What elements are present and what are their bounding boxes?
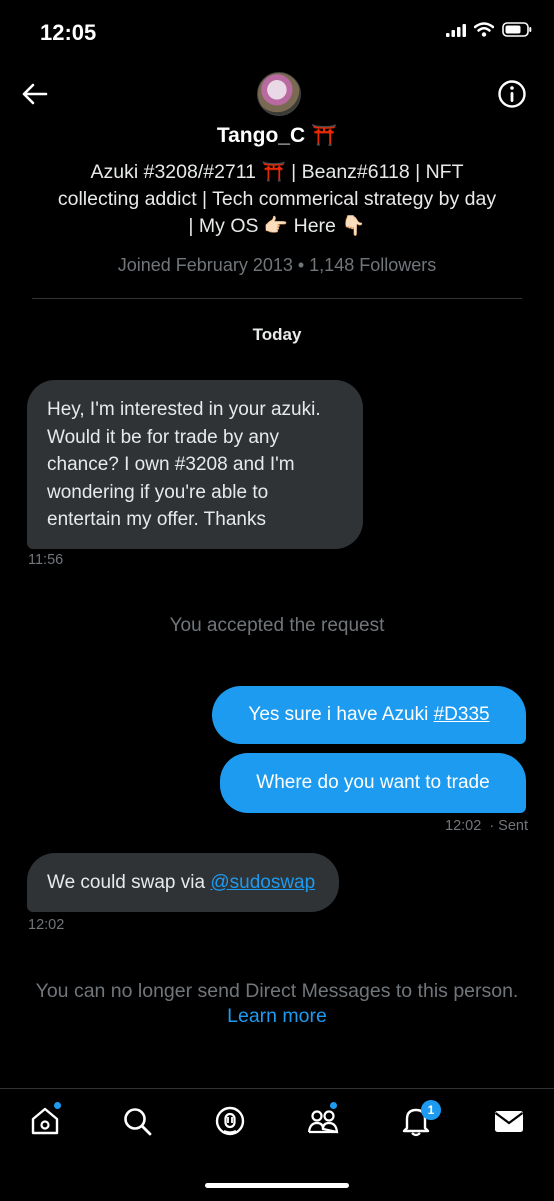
- message-timestamp: 11:56: [28, 552, 64, 568]
- home-icon[interactable]: [28, 1104, 62, 1138]
- restriction-notice: You can no longer send Direct Messages t…: [35, 980, 519, 1002]
- back-arrow-icon[interactable]: [18, 78, 50, 110]
- message-timestamp: 12:02 · Sent: [445, 818, 528, 834]
- home-indicator: [205, 1183, 349, 1188]
- search-icon[interactable]: [120, 1104, 154, 1138]
- profile-name[interactable]: Tango_C ⛩️: [0, 124, 554, 148]
- incoming-message[interactable]: We could swap via @sudoswap: [27, 853, 339, 912]
- communities-icon[interactable]: [306, 1104, 340, 1138]
- mention-link[interactable]: @sudoswap: [210, 869, 315, 897]
- timestamp-time: 12:02: [445, 818, 482, 834]
- sent-status: · Sent: [489, 818, 528, 834]
- status-icons: [446, 22, 532, 37]
- outgoing-message[interactable]: Where do you want to trade: [220, 753, 526, 813]
- wifi-icon: [474, 22, 494, 37]
- cellular-signal-icon: [446, 23, 466, 37]
- avatar[interactable]: [257, 72, 301, 116]
- date-header: Today: [252, 325, 302, 344]
- status-time: 12:05: [40, 20, 97, 45]
- home-unread-dot: [54, 1102, 61, 1109]
- bio-line: collecting addict | Tech commerical stra…: [57, 188, 497, 210]
- profile-meta: Joined February 2013 • 1,148 Followers: [117, 255, 437, 275]
- outgoing-message[interactable]: Yes sure i have Azuki #D335: [212, 686, 526, 744]
- hashtag-link[interactable]: #D335: [434, 704, 490, 726]
- communities-unread-dot: [330, 1102, 337, 1109]
- battery-icon: [502, 22, 532, 37]
- messages-envelope-icon[interactable]: [492, 1104, 526, 1138]
- learn-more-link[interactable]: Learn more: [0, 1005, 554, 1028]
- incoming-message[interactable]: Hey, I'm interested in your azuki. Would…: [27, 380, 363, 549]
- profile-bio: Azuki #3208/#2711 ⛩️ | Beanz#6118 | NFT …: [20, 159, 534, 240]
- info-icon[interactable]: [496, 78, 528, 110]
- bio-line: | My OS 👉🏻 Here 👇🏻: [188, 215, 366, 237]
- bio-line: Azuki #3208/#2711 ⛩️ | Beanz#6118 | NFT: [90, 161, 464, 183]
- message-text: We could swap via: [47, 871, 211, 893]
- notifications-badge: 1: [421, 1100, 441, 1120]
- message-text: Yes sure i have Azuki: [248, 704, 434, 725]
- system-notice: You accepted the request: [169, 615, 385, 636]
- message-timestamp: 12:02: [28, 917, 65, 933]
- spaces-icon[interactable]: [213, 1104, 247, 1138]
- divider: [32, 298, 522, 299]
